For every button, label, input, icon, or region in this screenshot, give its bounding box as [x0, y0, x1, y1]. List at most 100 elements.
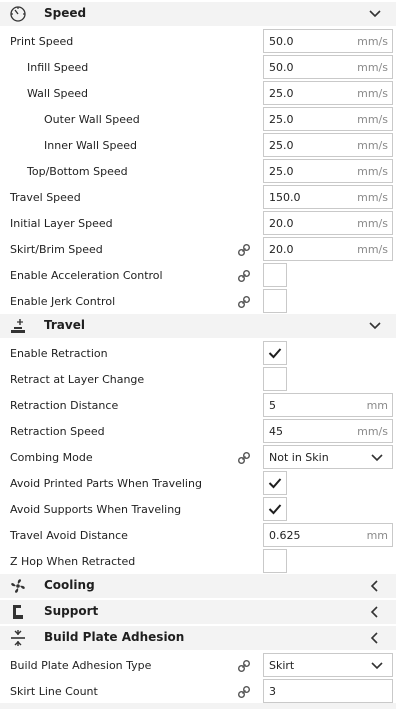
field-unit: mm	[366, 529, 388, 542]
setting-build-plate-adhesion-type: Build Plate Adhesion Type Skirt	[0, 652, 396, 678]
setting-skirt-line-count: Skirt Line Count 3	[0, 678, 396, 704]
section-title: Support	[44, 604, 99, 618]
outer-wall-speed-input[interactable]: 25.0 mm/s	[263, 107, 393, 131]
field-value: 5	[269, 399, 276, 412]
support-icon	[13, 605, 23, 619]
setting-label: Outer Wall Speed	[44, 113, 140, 126]
section-header-cooling[interactable]: Cooling	[0, 574, 396, 598]
chevron-down-icon[interactable]	[368, 8, 382, 20]
checkmark-icon	[268, 478, 282, 489]
field-unit: mm/s	[357, 243, 388, 256]
field-value: 50.0	[269, 35, 294, 48]
link-icon[interactable]	[237, 659, 251, 673]
field-unit: mm/s	[357, 165, 388, 178]
setting-travel-avoid-distance: Travel Avoid Distance 0.625 mm	[0, 522, 396, 548]
next-section-header-partial	[0, 703, 396, 709]
travel-avoid-distance-input[interactable]: 0.625 mm	[263, 523, 393, 547]
field-value: 45	[269, 425, 283, 438]
setting-infill-speed: Infill Speed 50.0 mm/s	[0, 54, 396, 80]
retraction-speed-input[interactable]: 45 mm/s	[263, 419, 393, 443]
infill-speed-input[interactable]: 50.0 mm/s	[263, 55, 393, 79]
link-icon[interactable]	[237, 295, 251, 309]
field-value: 25.0	[269, 139, 294, 152]
setting-label: Retraction Distance	[10, 399, 119, 412]
field-unit: mm/s	[357, 139, 388, 152]
avoid-supports-checkbox[interactable]	[263, 497, 287, 521]
setting-label: Inner Wall Speed	[44, 139, 137, 152]
setting-label: Skirt Line Count	[10, 685, 98, 698]
setting-top-bottom-speed: Top/Bottom Speed 25.0 mm/s	[0, 158, 396, 184]
setting-wall-speed: Wall Speed 25.0 mm/s	[0, 80, 396, 106]
skirt-brim-speed-input[interactable]: 20.0 mm/s	[263, 237, 393, 261]
setting-combing-mode: Combing Mode Not in Skin	[0, 444, 396, 470]
field-unit: mm/s	[357, 217, 388, 230]
enable-retraction-checkbox[interactable]	[263, 341, 287, 365]
setting-travel-speed: Travel Speed 150.0 mm/s	[0, 184, 396, 210]
setting-enable-retraction: Enable Retraction	[0, 340, 396, 366]
setting-label: Print Speed	[10, 35, 74, 48]
section-header-speed[interactable]: Speed	[0, 2, 396, 26]
enable-acceleration-checkbox[interactable]	[263, 263, 287, 287]
link-icon[interactable]	[237, 451, 251, 465]
link-icon[interactable]	[237, 269, 251, 283]
z-hop-checkbox[interactable]	[263, 549, 287, 573]
setting-avoid-printed-parts: Avoid Printed Parts When Traveling	[0, 470, 396, 496]
setting-label: Avoid Supports When Traveling	[10, 503, 182, 516]
initial-layer-speed-input[interactable]: 20.0 mm/s	[263, 211, 393, 235]
setting-label: Top/Bottom Speed	[27, 165, 128, 178]
travel-speed-input[interactable]: 150.0 mm/s	[263, 185, 393, 209]
retract-layer-change-checkbox[interactable]	[263, 367, 287, 391]
skirt-line-count-input[interactable]: 3	[263, 679, 393, 703]
link-icon[interactable]	[237, 243, 251, 257]
setting-retract-at-layer-change: Retract at Layer Change	[0, 366, 396, 392]
section-header-support[interactable]: Support	[0, 600, 396, 624]
setting-inner-wall-speed: Inner Wall Speed 25.0 mm/s	[0, 132, 396, 158]
chevron-down-icon	[371, 454, 383, 462]
dropdown-value: Skirt	[269, 659, 295, 672]
avoid-printed-parts-checkbox[interactable]	[263, 471, 287, 495]
section-title: Build Plate Adhesion	[44, 630, 185, 644]
field-value: 3	[269, 685, 276, 698]
inner-wall-speed-input[interactable]: 25.0 mm/s	[263, 133, 393, 157]
chevron-left-icon[interactable]	[368, 606, 382, 618]
print-speed-input[interactable]: 50.0 mm/s	[263, 29, 393, 53]
setting-initial-layer-speed: Initial Layer Speed 20.0 mm/s	[0, 210, 396, 236]
setting-retraction-distance: Retraction Distance 5 mm	[0, 392, 396, 418]
setting-label: Enable Jerk Control	[10, 295, 116, 308]
chevron-left-icon[interactable]	[368, 580, 382, 592]
wall-speed-input[interactable]: 25.0 mm/s	[263, 81, 393, 105]
section-header-travel[interactable]: Travel	[0, 314, 396, 338]
field-value: 25.0	[269, 165, 294, 178]
setting-retraction-speed: Retraction Speed 45 mm/s	[0, 418, 396, 444]
fan-icon	[11, 579, 25, 593]
setting-label: Wall Speed	[27, 87, 89, 100]
field-value: 0.625	[269, 529, 301, 542]
adhesion-type-dropdown[interactable]: Skirt	[263, 653, 393, 677]
checkmark-icon	[268, 504, 282, 515]
setting-label: Build Plate Adhesion Type	[10, 659, 152, 672]
combing-mode-dropdown[interactable]: Not in Skin	[263, 445, 393, 469]
setting-label: Z Hop When Retracted	[10, 555, 136, 568]
section-title: Cooling	[44, 578, 95, 592]
chevron-down-icon	[371, 662, 383, 670]
top-bottom-speed-input[interactable]: 25.0 mm/s	[263, 159, 393, 183]
setting-label: Skirt/Brim Speed	[10, 243, 103, 256]
enable-jerk-checkbox[interactable]	[263, 289, 287, 313]
setting-label: Travel Avoid Distance	[10, 529, 128, 542]
retraction-distance-input[interactable]: 5 mm	[263, 393, 393, 417]
field-unit: mm/s	[357, 87, 388, 100]
chevron-down-icon[interactable]	[368, 320, 382, 332]
checkmark-icon	[268, 348, 282, 359]
section-title: Speed	[44, 6, 87, 20]
section-header-build-plate-adhesion[interactable]: Build Plate Adhesion	[0, 626, 396, 650]
setting-avoid-supports: Avoid Supports When Traveling	[0, 496, 396, 522]
field-value: 25.0	[269, 113, 294, 126]
field-value: 150.0	[269, 191, 301, 204]
setting-label: Retraction Speed	[10, 425, 105, 438]
field-unit: mm/s	[357, 191, 388, 204]
speedometer-icon	[10, 6, 26, 22]
setting-label: Enable Retraction	[10, 347, 108, 360]
field-unit: mm/s	[357, 425, 388, 438]
link-icon[interactable]	[237, 685, 251, 699]
chevron-left-icon[interactable]	[368, 632, 382, 644]
